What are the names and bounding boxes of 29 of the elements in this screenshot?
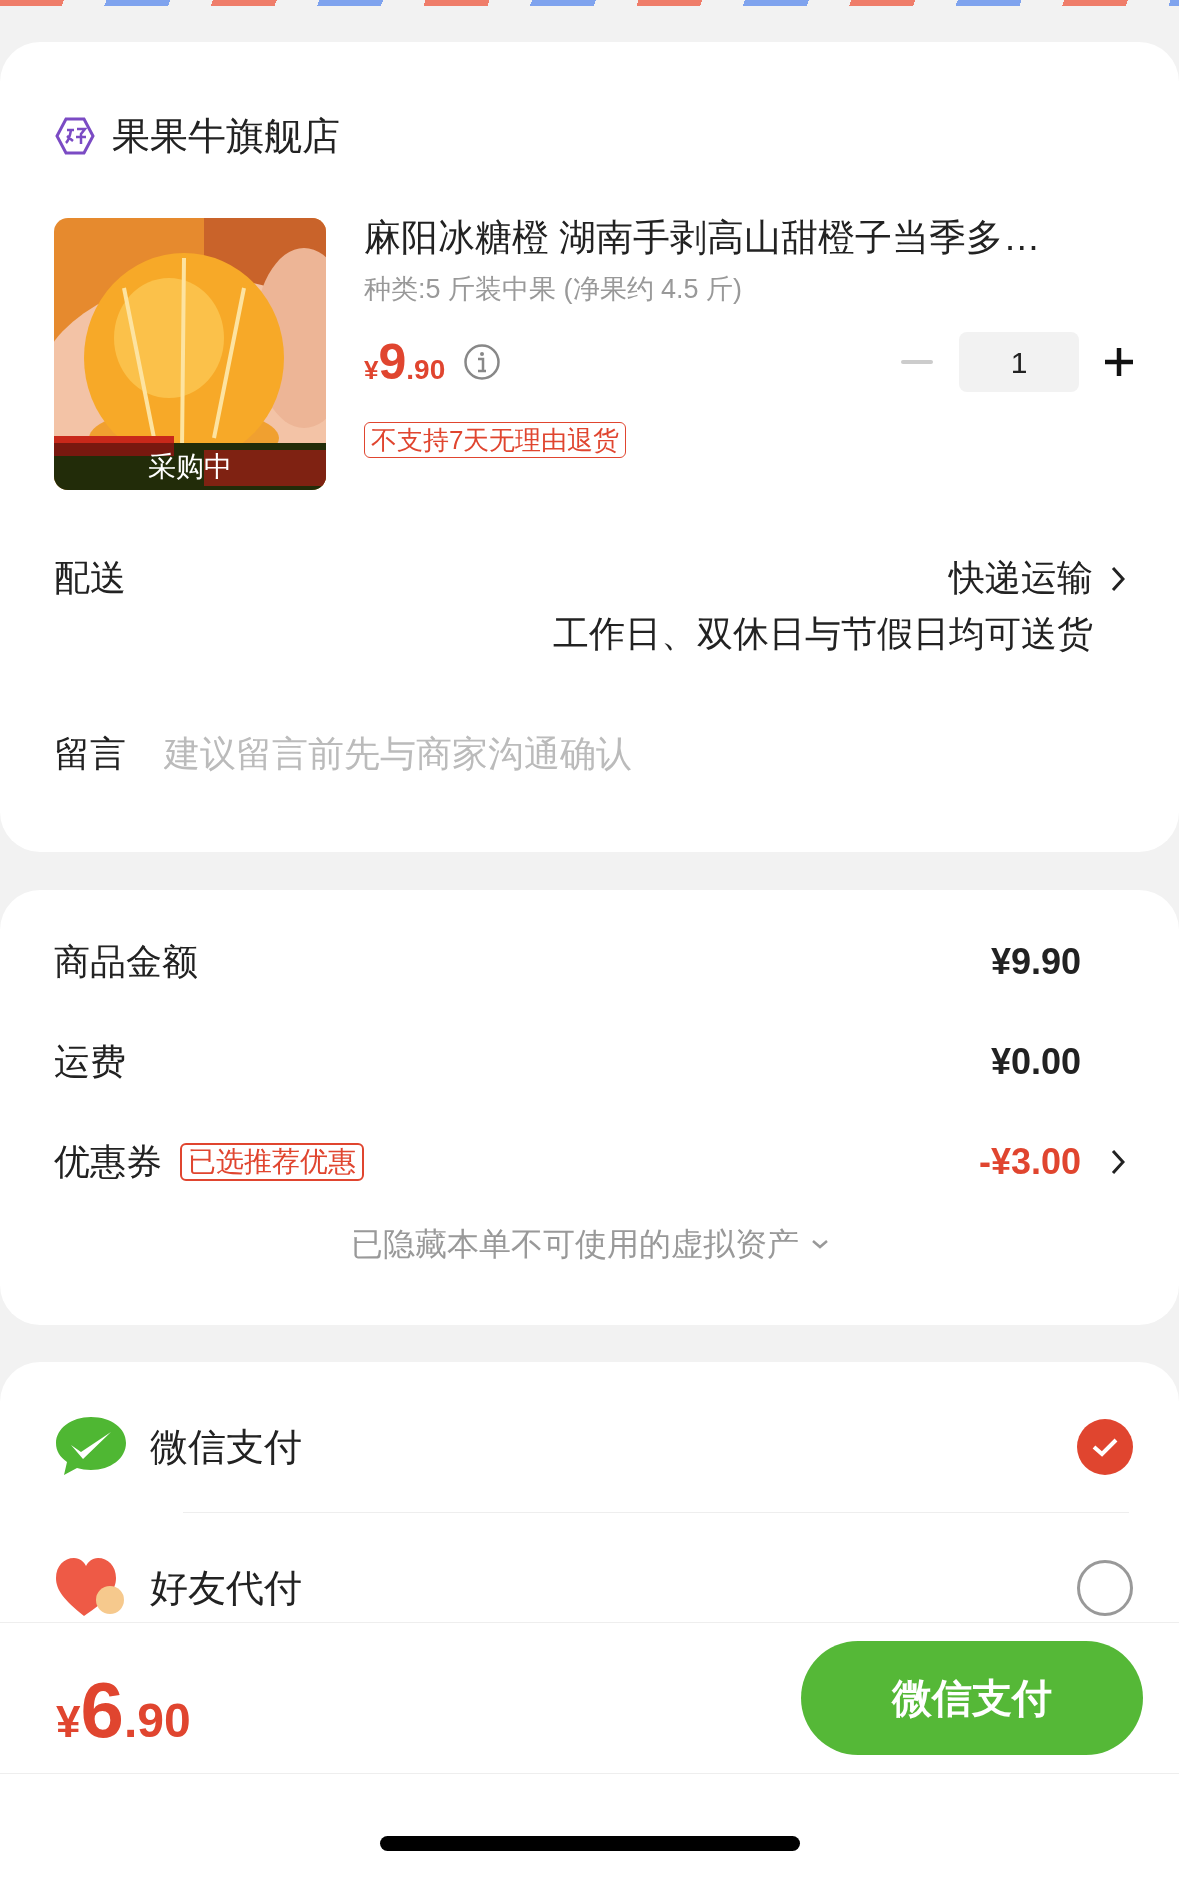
summary-label: 运费 — [54, 1040, 126, 1084]
unit-price: ¥9.90 — [364, 332, 446, 392]
summary-value: ¥9.90 — [990, 940, 1081, 984]
plus-icon[interactable] — [1103, 346, 1135, 378]
delivery-label: 配送 — [54, 556, 126, 600]
store-badge-icon — [54, 115, 96, 157]
radio-icon[interactable] — [1077, 1560, 1133, 1616]
delivery-note: 工作日、双休日与节假日均可送货 — [553, 612, 1093, 656]
summary-label: 优惠券 — [54, 1140, 162, 1184]
return-policy-tag: 不支持7天无理由退货 — [364, 422, 627, 458]
delivery-method[interactable]: 快递运输 — [949, 556, 1093, 600]
chevron-right-icon[interactable] — [1111, 566, 1125, 592]
chevron-right-icon[interactable] — [1111, 1149, 1125, 1175]
summary-value[interactable]: -¥3.00 — [978, 1140, 1081, 1184]
summary-value: ¥0.00 — [990, 1040, 1081, 1084]
store-name[interactable]: 果果牛旗舰店 — [112, 107, 340, 165]
product-spec: 种类:5 斤装中果 (净果约 4.5 斤) — [364, 273, 744, 306]
radio-checked-icon[interactable] — [1077, 1419, 1133, 1475]
message-label: 留言 — [54, 732, 126, 776]
quantity-field[interactable]: 1 — [959, 332, 1079, 392]
summary-label: 商品金额 — [54, 940, 198, 984]
image-status-label: 采购中 — [148, 449, 232, 484]
coupon-tag: 已选推荐优惠 — [180, 1143, 364, 1181]
payment-method-name[interactable]: 微信支付 — [150, 1418, 1077, 1476]
chevron-down-icon[interactable] — [810, 1239, 829, 1249]
payment-method-name[interactable]: 好友代付 — [150, 1559, 1077, 1617]
total-price: ¥6.90 — [56, 1664, 191, 1756]
info-icon[interactable] — [463, 343, 502, 381]
product-title[interactable]: 麻阳冰糖橙 湖南手剥高山甜橙子当季多… — [364, 216, 1125, 260]
